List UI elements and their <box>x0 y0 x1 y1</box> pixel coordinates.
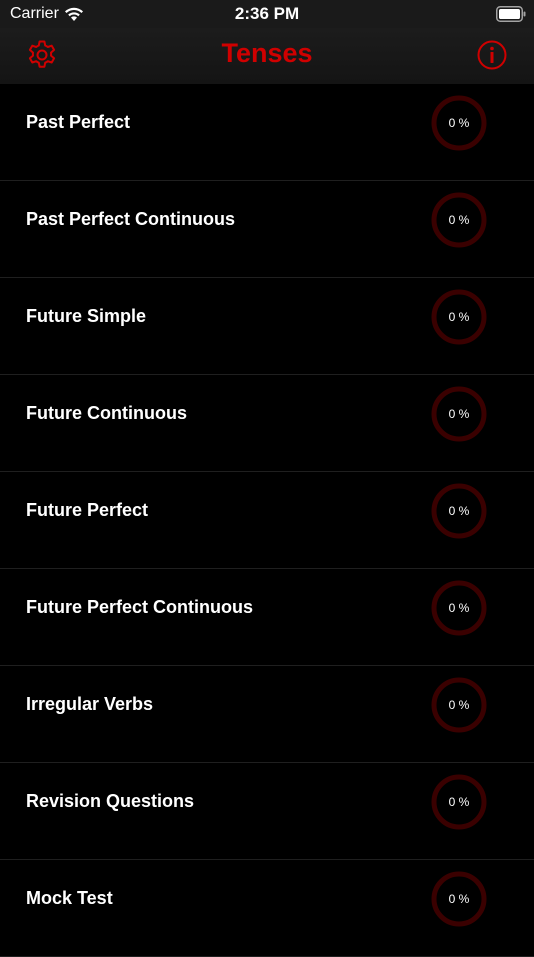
list-item-label: Future Continuous <box>26 403 187 423</box>
page-title: Tenses <box>221 38 313 68</box>
list-item-label: Revision Questions <box>26 791 195 811</box>
list-item-label: Past Perfect Continuous <box>26 209 236 229</box>
status-time: 2:36 PM <box>234 4 300 23</box>
progress-percent: 0 % <box>448 407 470 421</box>
progress-percent: 0 % <box>448 698 470 712</box>
progress-percent: 0 % <box>448 504 470 518</box>
progress-percent: 0 % <box>448 310 470 324</box>
list-item-label: Future Perfect <box>26 500 149 520</box>
status-bar: Carrier 2:36 PM <box>0 0 534 28</box>
list-item-label: Mock Test <box>26 888 113 908</box>
battery-icon <box>496 6 526 22</box>
list-item[interactable]: Irregular Verbs 0 % <box>0 666 534 763</box>
list-item[interactable]: Revision Questions 0 % <box>0 763 534 860</box>
list-item-label: Past Perfect <box>26 112 131 132</box>
list-item[interactable]: Past Perfect Continuous 0 % <box>0 181 534 278</box>
list-item[interactable]: Future Continuous 0 % <box>0 375 534 472</box>
info-icon[interactable] <box>476 39 508 71</box>
list-item[interactable]: Future Perfect Continuous 0 % <box>0 569 534 666</box>
progress-percent: 0 % <box>448 795 470 809</box>
list-item[interactable]: Future Perfect 0 % <box>0 472 534 569</box>
list-item-label: Future Simple <box>26 306 147 326</box>
list-item-label: Irregular Verbs <box>26 694 154 714</box>
list-item[interactable]: Past Perfect 0 % <box>0 84 534 181</box>
list-item[interactable]: Mock Test 0 % <box>0 860 534 957</box>
progress-percent: 0 % <box>448 213 470 227</box>
topic-list: Past Perfect 0 % Past Perfect Continuous 0 … <box>0 84 534 957</box>
list-item-label: Future Perfect Continuous <box>26 597 254 617</box>
progress-percent: 0 % <box>448 601 470 615</box>
progress-percent: 0 % <box>448 892 470 906</box>
navigation-bar: Tenses <box>0 28 534 84</box>
list-item[interactable]: Future Simple 0 % <box>0 278 534 375</box>
progress-percent: 0 % <box>448 116 470 130</box>
